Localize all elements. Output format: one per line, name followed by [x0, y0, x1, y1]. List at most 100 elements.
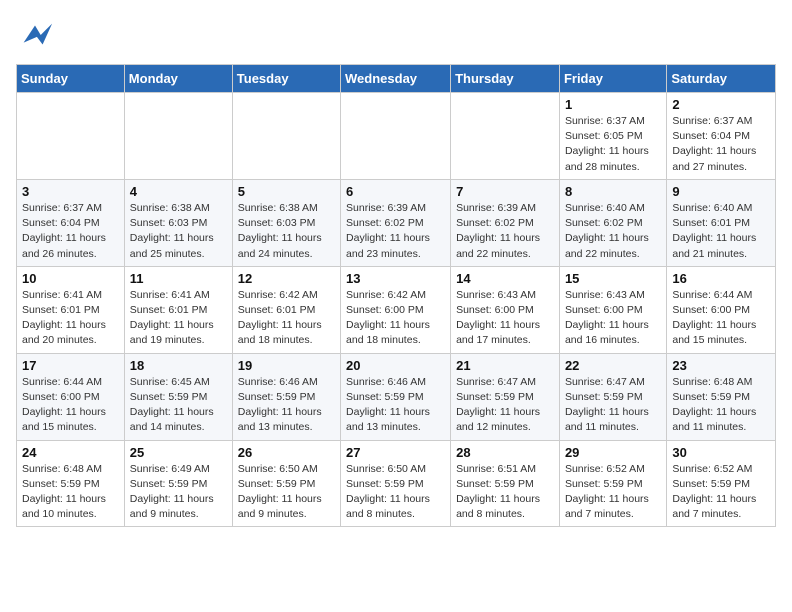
weekday-header-friday: Friday: [559, 65, 666, 93]
day-number: 15: [565, 271, 661, 286]
calendar-cell: [232, 93, 340, 180]
day-number: 26: [238, 445, 335, 460]
day-info: Sunrise: 6:50 AMSunset: 5:59 PMDaylight:…: [238, 462, 335, 523]
weekday-header-wednesday: Wednesday: [341, 65, 451, 93]
day-number: 20: [346, 358, 445, 373]
day-number: 13: [346, 271, 445, 286]
calendar-cell: 15 Sunrise: 6:43 AMSunset: 6:00 PMDayligh…: [559, 266, 666, 353]
calendar-cell: 12 Sunrise: 6:42 AMSunset: 6:01 PMDayligh…: [232, 266, 340, 353]
day-info: Sunrise: 6:42 AMSunset: 6:01 PMDaylight:…: [238, 288, 335, 349]
logo-icon: [16, 16, 54, 54]
day-info: Sunrise: 6:39 AMSunset: 6:02 PMDaylight:…: [456, 201, 554, 262]
calendar-cell: [124, 93, 232, 180]
day-info: Sunrise: 6:37 AMSunset: 6:05 PMDaylight:…: [565, 114, 661, 175]
calendar-cell: 1 Sunrise: 6:37 AMSunset: 6:05 PMDaylight…: [559, 93, 666, 180]
day-number: 23: [672, 358, 770, 373]
day-info: Sunrise: 6:42 AMSunset: 6:00 PMDaylight:…: [346, 288, 445, 349]
day-number: 4: [130, 184, 227, 199]
day-info: Sunrise: 6:46 AMSunset: 5:59 PMDaylight:…: [238, 375, 335, 436]
calendar-cell: 23 Sunrise: 6:48 AMSunset: 5:59 PMDayligh…: [667, 353, 776, 440]
weekday-header-thursday: Thursday: [451, 65, 560, 93]
calendar-cell: 29 Sunrise: 6:52 AMSunset: 5:59 PMDayligh…: [559, 440, 666, 527]
day-number: 5: [238, 184, 335, 199]
day-info: Sunrise: 6:44 AMSunset: 6:00 PMDaylight:…: [672, 288, 770, 349]
day-info: Sunrise: 6:47 AMSunset: 5:59 PMDaylight:…: [456, 375, 554, 436]
day-info: Sunrise: 6:50 AMSunset: 5:59 PMDaylight:…: [346, 462, 445, 523]
calendar-cell: 11 Sunrise: 6:41 AMSunset: 6:01 PMDayligh…: [124, 266, 232, 353]
day-number: 28: [456, 445, 554, 460]
calendar-week-0: 1 Sunrise: 6:37 AMSunset: 6:05 PMDaylight…: [17, 93, 776, 180]
day-info: Sunrise: 6:38 AMSunset: 6:03 PMDaylight:…: [130, 201, 227, 262]
day-number: 3: [22, 184, 119, 199]
day-number: 14: [456, 271, 554, 286]
calendar-cell: [451, 93, 560, 180]
day-info: Sunrise: 6:37 AMSunset: 6:04 PMDaylight:…: [672, 114, 770, 175]
day-number: 11: [130, 271, 227, 286]
day-number: 24: [22, 445, 119, 460]
calendar-cell: 17Sunrise: 6:44 AMSunset: 6:00 PMDayligh…: [17, 353, 125, 440]
day-number: 17: [22, 358, 119, 373]
day-info: Sunrise: 6:41 AMSunset: 6:01 PMDaylight:…: [22, 288, 119, 349]
calendar-cell: 30Sunrise: 6:52 AMSunset: 5:59 PMDayligh…: [667, 440, 776, 527]
weekday-header-tuesday: Tuesday: [232, 65, 340, 93]
day-info: Sunrise: 6:40 AMSunset: 6:02 PMDaylight:…: [565, 201, 661, 262]
day-info: Sunrise: 6:48 AMSunset: 5:59 PMDaylight:…: [22, 462, 119, 523]
day-number: 21: [456, 358, 554, 373]
calendar-week-4: 24 Sunrise: 6:48 AMSunset: 5:59 PMDayligh…: [17, 440, 776, 527]
day-info: Sunrise: 6:52 AMSunset: 5:59 PMDaylight:…: [565, 462, 661, 523]
calendar-body: 1 Sunrise: 6:37 AMSunset: 6:05 PMDaylight…: [17, 93, 776, 527]
calendar-cell: 27 Sunrise: 6:50 AMSunset: 5:59 PMDayligh…: [341, 440, 451, 527]
day-number: 10: [22, 271, 119, 286]
calendar-week-1: 3Sunrise: 6:37 AMSunset: 6:04 PMDaylight…: [17, 179, 776, 266]
day-number: 1: [565, 97, 661, 112]
day-number: 25: [130, 445, 227, 460]
day-info: Sunrise: 6:48 AMSunset: 5:59 PMDaylight:…: [672, 375, 770, 436]
day-number: 8: [565, 184, 661, 199]
weekday-header-saturday: Saturday: [667, 65, 776, 93]
calendar-cell: 8 Sunrise: 6:40 AMSunset: 6:02 PMDaylight…: [559, 179, 666, 266]
day-number: 22: [565, 358, 661, 373]
day-info: Sunrise: 6:51 AMSunset: 5:59 PMDaylight:…: [456, 462, 554, 523]
day-number: 29: [565, 445, 661, 460]
calendar-cell: 16 Sunrise: 6:44 AMSunset: 6:00 PMDayligh…: [667, 266, 776, 353]
calendar-cell: 25 Sunrise: 6:49 AMSunset: 5:59 PMDayligh…: [124, 440, 232, 527]
calendar-cell: 2Sunrise: 6:37 AMSunset: 6:04 PMDaylight…: [667, 93, 776, 180]
calendar-cell: 20 Sunrise: 6:46 AMSunset: 5:59 PMDayligh…: [341, 353, 451, 440]
calendar-cell: 3Sunrise: 6:37 AMSunset: 6:04 PMDaylight…: [17, 179, 125, 266]
calendar-cell: 28 Sunrise: 6:51 AMSunset: 5:59 PMDayligh…: [451, 440, 560, 527]
weekday-header-row: SundayMondayTuesdayWednesdayThursdayFrid…: [17, 65, 776, 93]
calendar-cell: 7 Sunrise: 6:39 AMSunset: 6:02 PMDaylight…: [451, 179, 560, 266]
calendar-cell: [341, 93, 451, 180]
calendar-cell: 24 Sunrise: 6:48 AMSunset: 5:59 PMDayligh…: [17, 440, 125, 527]
day-info: Sunrise: 6:49 AMSunset: 5:59 PMDaylight:…: [130, 462, 227, 523]
calendar-week-3: 17Sunrise: 6:44 AMSunset: 6:00 PMDayligh…: [17, 353, 776, 440]
calendar-cell: 10 Sunrise: 6:41 AMSunset: 6:01 PMDayligh…: [17, 266, 125, 353]
weekday-header-monday: Monday: [124, 65, 232, 93]
day-number: 16: [672, 271, 770, 286]
calendar-cell: 9Sunrise: 6:40 AMSunset: 6:01 PMDaylight…: [667, 179, 776, 266]
calendar-week-2: 10 Sunrise: 6:41 AMSunset: 6:01 PMDayligh…: [17, 266, 776, 353]
day-info: Sunrise: 6:43 AMSunset: 6:00 PMDaylight:…: [565, 288, 661, 349]
calendar-header: SundayMondayTuesdayWednesdayThursdayFrid…: [17, 65, 776, 93]
day-number: 9: [672, 184, 770, 199]
calendar-cell: 14Sunrise: 6:43 AMSunset: 6:00 PMDayligh…: [451, 266, 560, 353]
day-info: Sunrise: 6:45 AMSunset: 5:59 PMDaylight:…: [130, 375, 227, 436]
calendar-cell: 5Sunrise: 6:38 AMSunset: 6:03 PMDaylight…: [232, 179, 340, 266]
day-info: Sunrise: 6:39 AMSunset: 6:02 PMDaylight:…: [346, 201, 445, 262]
calendar-cell: 19Sunrise: 6:46 AMSunset: 5:59 PMDayligh…: [232, 353, 340, 440]
calendar-cell: 18Sunrise: 6:45 AMSunset: 5:59 PMDayligh…: [124, 353, 232, 440]
day-number: 27: [346, 445, 445, 460]
day-number: 7: [456, 184, 554, 199]
calendar-table: SundayMondayTuesdayWednesdayThursdayFrid…: [16, 64, 776, 527]
calendar-cell: 6 Sunrise: 6:39 AMSunset: 6:02 PMDaylight…: [341, 179, 451, 266]
day-number: 6: [346, 184, 445, 199]
day-info: Sunrise: 6:41 AMSunset: 6:01 PMDaylight:…: [130, 288, 227, 349]
weekday-header-sunday: Sunday: [17, 65, 125, 93]
day-info: Sunrise: 6:46 AMSunset: 5:59 PMDaylight:…: [346, 375, 445, 436]
calendar-cell: 4 Sunrise: 6:38 AMSunset: 6:03 PMDaylight…: [124, 179, 232, 266]
day-number: 12: [238, 271, 335, 286]
calendar-cell: 22Sunrise: 6:47 AMSunset: 5:59 PMDayligh…: [559, 353, 666, 440]
logo: [16, 16, 60, 54]
calendar-cell: 21 Sunrise: 6:47 AMSunset: 5:59 PMDayligh…: [451, 353, 560, 440]
calendar-cell: 26 Sunrise: 6:50 AMSunset: 5:59 PMDayligh…: [232, 440, 340, 527]
